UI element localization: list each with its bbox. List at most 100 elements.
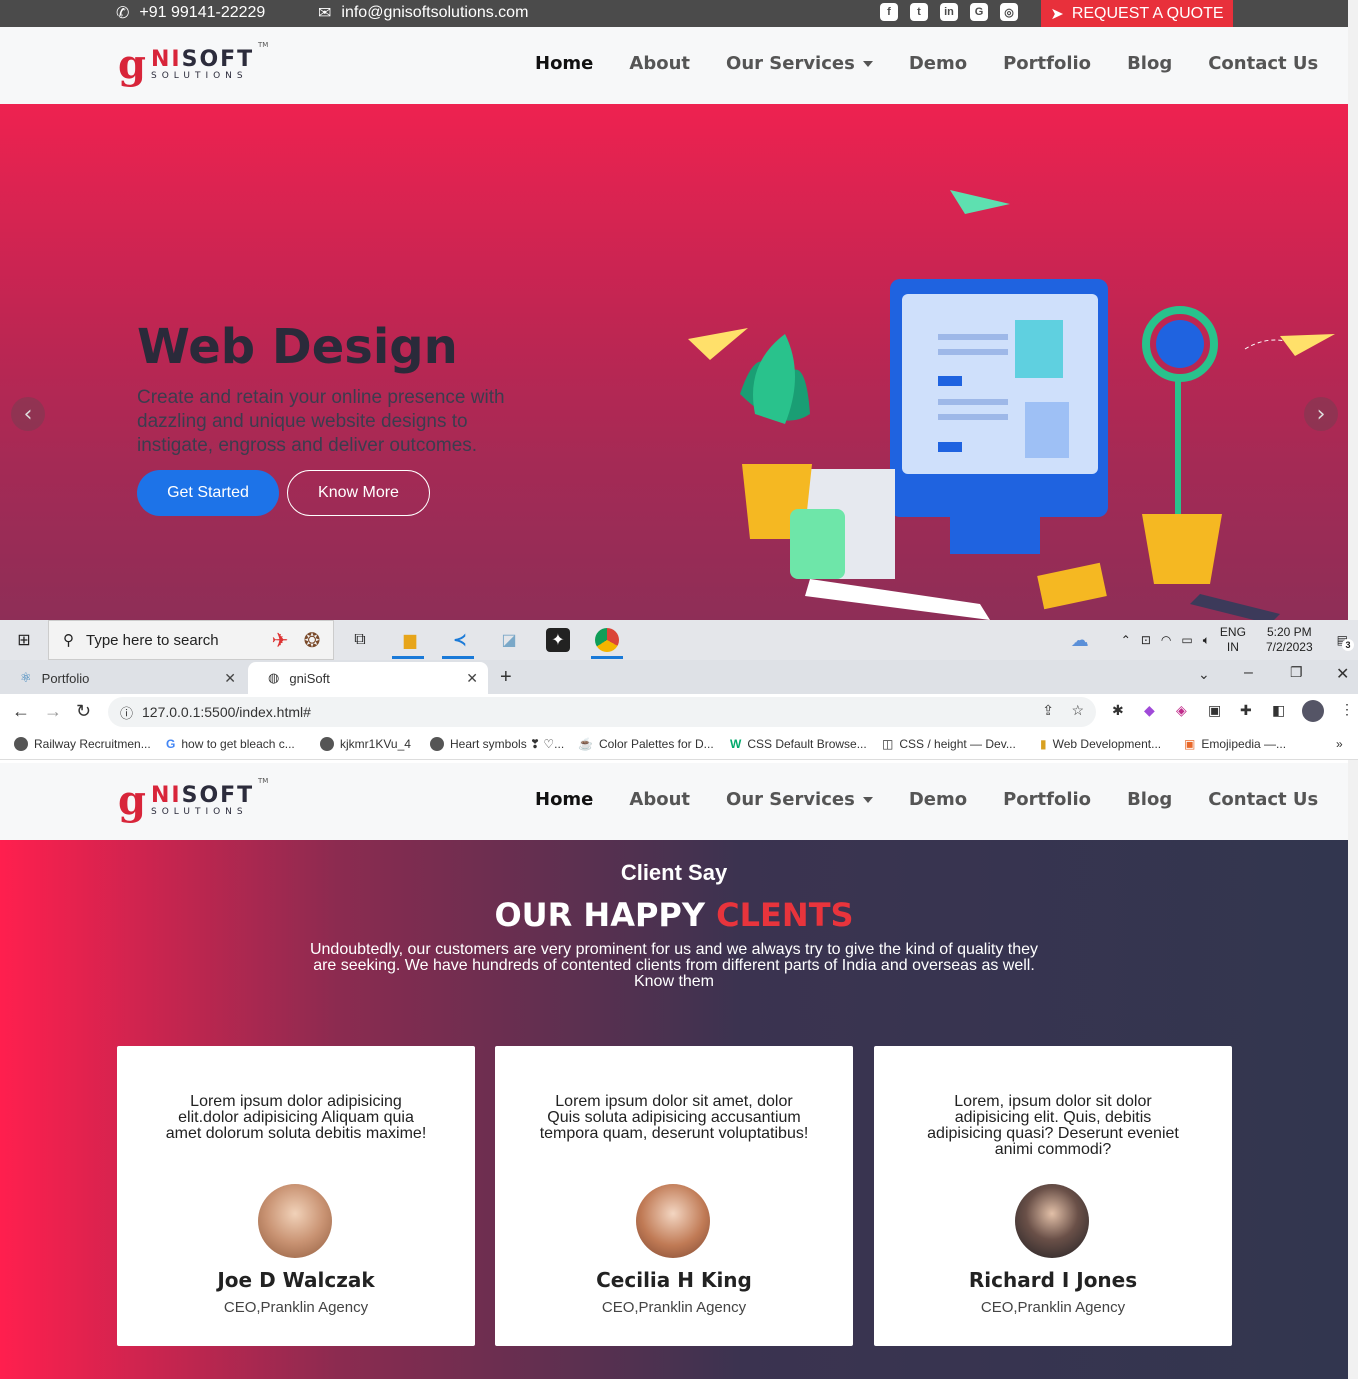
nav-demo[interactable]: Demo — [909, 789, 967, 810]
bulb-icon: ▮ — [1040, 737, 1047, 751]
client-name: Richard I Jones — [968, 1268, 1138, 1292]
bookmark-item[interactable]: kjkmr1KVu_4 — [320, 737, 411, 751]
nav-demo[interactable]: Demo — [909, 53, 967, 74]
nav-home[interactable]: Home — [535, 789, 593, 810]
bookmarks-bar: Railway Recruitmen... Ghow to get bleach… — [0, 730, 1358, 760]
extension-icon[interactable]: ◈ — [1176, 702, 1187, 719]
star-icon[interactable]: ☆ — [1071, 702, 1084, 719]
windows-taskbar: ⊞ ⚲ Type here to search ✈ ❂ ⧉ ▆ ≺ ◪ ✦ ☁ … — [0, 620, 1358, 660]
nav-portfolio[interactable]: Portfolio — [1003, 789, 1091, 810]
twitter-icon[interactable]: t — [910, 3, 928, 21]
back-icon[interactable]: ← — [12, 701, 30, 722]
globe-icon: ◍ — [268, 670, 280, 685]
restore-icon[interactable]: ❐ — [1290, 664, 1303, 681]
reload-icon[interactable]: ↻ — [76, 701, 91, 722]
nav-services[interactable]: Our Services — [726, 53, 873, 74]
avatar[interactable] — [1302, 700, 1324, 722]
chevron-up-icon[interactable]: ⌃ — [1121, 633, 1131, 647]
client-role: CEO,Pranklin Agency — [980, 1299, 1126, 1316]
file-explorer-icon[interactable]: ▆ — [398, 628, 422, 652]
main-navbar: g NISOFT SOLUTIONS TM Home About Our Ser… — [0, 27, 1348, 104]
nav-about[interactable]: About — [629, 53, 690, 74]
facebook-icon[interactable]: f — [880, 3, 898, 21]
nav-blog[interactable]: Blog — [1127, 53, 1172, 74]
kebab-menu-icon[interactable]: ⋮ — [1340, 701, 1354, 718]
app-icon[interactable]: ◪ — [497, 628, 521, 652]
chrome-icon[interactable] — [595, 628, 619, 652]
speaker-icon[interactable]: 🔈︎ — [1203, 633, 1210, 648]
bookmark-item[interactable]: Railway Recruitmen... — [14, 737, 151, 751]
section-subtitle: Client Say — [620, 860, 728, 885]
get-started-button[interactable]: Get Started — [137, 470, 279, 516]
nav-portfolio[interactable]: Portfolio — [1003, 53, 1091, 74]
hero-carousel: Web Design Create and retain your online… — [0, 104, 1348, 620]
figma-icon[interactable]: ✦ — [546, 628, 570, 652]
address-bar[interactable]: ⓘ 127.0.0.1:5500/index.html# ⇪ ☆ — [108, 697, 1096, 727]
bookmark-item[interactable]: ▣ Emojipedia —... — [1184, 737, 1286, 751]
globe-icon — [320, 737, 334, 751]
clock[interactable]: 5:20 PM 7/2/2023 — [1266, 625, 1313, 655]
language-indicator[interactable]: ENG IN — [1220, 625, 1246, 655]
bookmark-item[interactable]: W CSS Default Browse... — [730, 737, 867, 751]
know-more-button[interactable]: Know More — [287, 470, 430, 516]
testimonial-card: Lorem ipsum dolor sit amet, dolor Quis s… — [495, 1046, 853, 1346]
window-close-icon[interactable]: ✕ — [1336, 664, 1349, 684]
media-icon[interactable]: ▣ — [1208, 702, 1221, 719]
widgets-icon[interactable]: ✈ — [268, 628, 292, 652]
bookmark-item[interactable]: ◫ CSS / height — Dev... — [882, 737, 1016, 751]
nav-contact[interactable]: Contact Us — [1208, 53, 1318, 74]
bookmark-item[interactable]: Heart symbols ❣ ♡... — [430, 737, 564, 751]
bookmark-item[interactable]: ▮ Web Development... — [1040, 737, 1161, 751]
avatar — [1015, 1184, 1089, 1258]
instagram-icon[interactable]: ◎ — [1000, 3, 1018, 21]
close-icon[interactable]: ✕ — [466, 670, 478, 687]
battery-icon[interactable]: ▭ — [1181, 633, 1192, 647]
share-icon[interactable]: ⇪ — [1042, 702, 1054, 719]
bookmark-item[interactable]: Ghow to get bleach c... — [166, 737, 295, 751]
browser-toolbar: ← → ↻ ⓘ 127.0.0.1:5500/index.html# ⇪ ☆ ✱… — [0, 694, 1358, 730]
camera-icon[interactable]: ⊡ — [1141, 633, 1151, 647]
extension-icon[interactable]: ◆ — [1144, 702, 1155, 719]
weather-mascot-icon[interactable]: ❂ — [300, 628, 324, 652]
carousel-prev-arrow-icon[interactable]: ‹ — [11, 397, 45, 431]
task-view-icon[interactable]: ⧉ — [348, 628, 372, 652]
tab-portfolio[interactable]: ⚛ Portfolio ✕ — [0, 662, 246, 694]
google-icon[interactable]: G — [970, 3, 988, 21]
gnisoft-logo[interactable]: g NISOFT SOLUTIONS TM — [118, 777, 268, 827]
nav-services[interactable]: Our Services — [726, 789, 873, 810]
nav-about[interactable]: About — [629, 789, 690, 810]
nav-home[interactable]: Home — [535, 53, 593, 74]
forward-icon[interactable]: → — [44, 701, 62, 722]
request-quote-button[interactable]: ➤ REQUEST A QUOTE — [1041, 0, 1233, 27]
email-contact[interactable]: ✉ info@gnisoftsolutions.com — [318, 3, 528, 23]
puzzle-icon[interactable]: ✚ — [1240, 702, 1252, 719]
gnisoft-logo[interactable]: g NISOFT SOLUTIONS TM — [118, 41, 268, 91]
section-description: Undoubtedly, our customers are very prom… — [309, 941, 1039, 990]
cloud-icon[interactable]: ☁ — [1071, 630, 1089, 651]
extension-bug-icon[interactable]: ✱ — [1112, 702, 1124, 719]
bookmark-item[interactable]: ☕ Color Palettes for D... — [578, 737, 714, 751]
cup-icon: ☕ — [578, 737, 593, 751]
linkedin-icon[interactable]: in — [940, 3, 958, 21]
search-icon: ⚲ — [63, 632, 74, 649]
page-scrollbar[interactable] — [1348, 760, 1358, 1379]
new-tab-button[interactable]: + — [500, 666, 512, 689]
close-icon[interactable]: ✕ — [224, 670, 236, 687]
notification-icon[interactable]: ▤ 3 — [1337, 633, 1354, 651]
minimize-icon[interactable]: – — [1244, 664, 1253, 682]
mail-icon: ✉ — [318, 5, 332, 22]
tab-search-chevron-icon[interactable]: ⌄ — [1198, 666, 1210, 683]
phone-contact[interactable]: ✆ +91 99141-22229 — [116, 3, 265, 23]
windows-start-icon[interactable]: ⊞ — [12, 628, 36, 652]
info-icon: ⓘ — [120, 706, 134, 721]
wifi-icon[interactable]: ◠ — [1161, 633, 1171, 647]
sidepanel-icon[interactable]: ◧ — [1272, 702, 1285, 719]
nav-blog[interactable]: Blog — [1127, 789, 1172, 810]
page-scrollbar[interactable] — [1348, 0, 1358, 620]
more-bookmarks-icon[interactable]: » — [1336, 737, 1343, 751]
emoji-icon: ▣ — [1184, 737, 1196, 751]
tab-gnisoft[interactable]: ◍ gniSoft ✕ — [248, 662, 488, 694]
vscode-icon[interactable]: ≺ — [448, 628, 472, 652]
nav-contact[interactable]: Contact Us — [1208, 789, 1318, 810]
client-role: CEO,Pranklin Agency — [223, 1299, 369, 1316]
